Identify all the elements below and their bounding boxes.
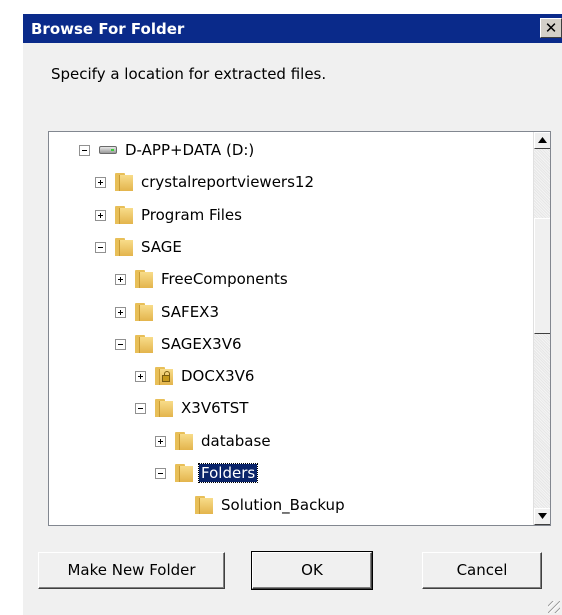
dialog-title: Browse For Folder (31, 20, 185, 38)
tree-node-label[interactable]: SAFEX3 (159, 303, 221, 321)
tree-node-label[interactable]: Folders (197, 463, 259, 483)
tree-node-label[interactable]: X3V6TST (179, 399, 250, 417)
folder-tree[interactable]: D-APP+DATA (D:) crystalreportviewers12 Pro… (48, 131, 551, 526)
tree-node[interactable]: Folders (49, 462, 529, 486)
make-new-folder-button[interactable]: Make New Folder (38, 552, 225, 589)
tree-node[interactable]: X3V6TST (49, 397, 529, 421)
expand-plus-icon[interactable] (135, 371, 146, 383)
expand-plus-icon[interactable] (155, 435, 166, 447)
scroll-up-button[interactable] (534, 132, 550, 149)
folder-icon (135, 270, 153, 289)
folder-icon (175, 431, 193, 450)
folder-icon (135, 302, 153, 321)
resize-grip-icon[interactable] (548, 601, 560, 613)
collapse-minus-icon[interactable] (135, 403, 146, 415)
close-button[interactable]: ✕ (540, 18, 562, 38)
tree-node-label[interactable]: D-APP+DATA (D:) (123, 141, 256, 159)
tree-node[interactable]: SAGE (49, 236, 529, 260)
arrow-up-icon (538, 137, 547, 143)
tree-node[interactable]: database (49, 430, 529, 454)
expand-plus-icon[interactable] (115, 274, 126, 286)
tree-node[interactable]: crystalreportviewers12 (49, 171, 529, 195)
arrow-down-icon (538, 513, 547, 519)
ok-button[interactable]: OK (251, 551, 373, 590)
tree-node-label[interactable]: Program Files (139, 206, 244, 224)
tree-node-label[interactable]: database (199, 432, 273, 450)
drive-icon (99, 146, 117, 154)
folder-icon (115, 237, 133, 256)
folder-icon (115, 205, 133, 224)
collapse-minus-icon[interactable] (79, 145, 90, 156)
collapse-minus-icon[interactable] (155, 468, 166, 479)
vertical-scrollbar[interactable] (533, 132, 550, 525)
tree-node[interactable]: SAFEX3 (49, 301, 529, 325)
collapse-minus-icon[interactable] (95, 241, 106, 253)
scroll-down-button[interactable] (534, 508, 550, 525)
tree-node[interactable]: Program Files (49, 204, 529, 228)
tree-node-label[interactable]: SAGEX3V6 (159, 335, 244, 353)
collapse-minus-icon[interactable] (115, 338, 126, 350)
tree-node[interactable]: FreeComponents (49, 268, 529, 292)
tree-node-label[interactable]: SAGE (139, 238, 184, 256)
locked-folder-icon (155, 367, 173, 386)
tree-node[interactable]: DOCX3V6 (49, 365, 529, 389)
cancel-button[interactable]: Cancel (422, 552, 542, 589)
folder-icon (195, 496, 213, 515)
folder-icon (175, 464, 193, 482)
tree-node[interactable]: D-APP+DATA (D:) (49, 139, 529, 163)
folder-icon (155, 399, 173, 418)
tree-node[interactable]: SAGEX3V6 (49, 333, 529, 357)
folder-icon (115, 173, 133, 192)
tree-node-label[interactable]: Solution_Backup (219, 496, 347, 514)
folder-icon (135, 334, 153, 353)
scrollbar-thumb[interactable] (534, 218, 550, 334)
tree-node-label[interactable]: FreeComponents (159, 270, 290, 288)
tree-node-label[interactable]: DOCX3V6 (179, 367, 256, 385)
dialog-titlebar[interactable]: Browse For Folder ✕ (23, 14, 562, 43)
tree-node-label[interactable]: crystalreportviewers12 (139, 173, 316, 191)
dialog-prompt: Specify a location for extracted files. (51, 65, 327, 83)
tree-node[interactable]: Solution_Backup (49, 494, 529, 518)
expand-plus-icon[interactable] (95, 209, 106, 221)
dialog-body: Specify a location for extracted files. … (23, 43, 562, 615)
expand-plus-icon[interactable] (115, 306, 126, 318)
expand-plus-icon[interactable] (95, 177, 106, 189)
